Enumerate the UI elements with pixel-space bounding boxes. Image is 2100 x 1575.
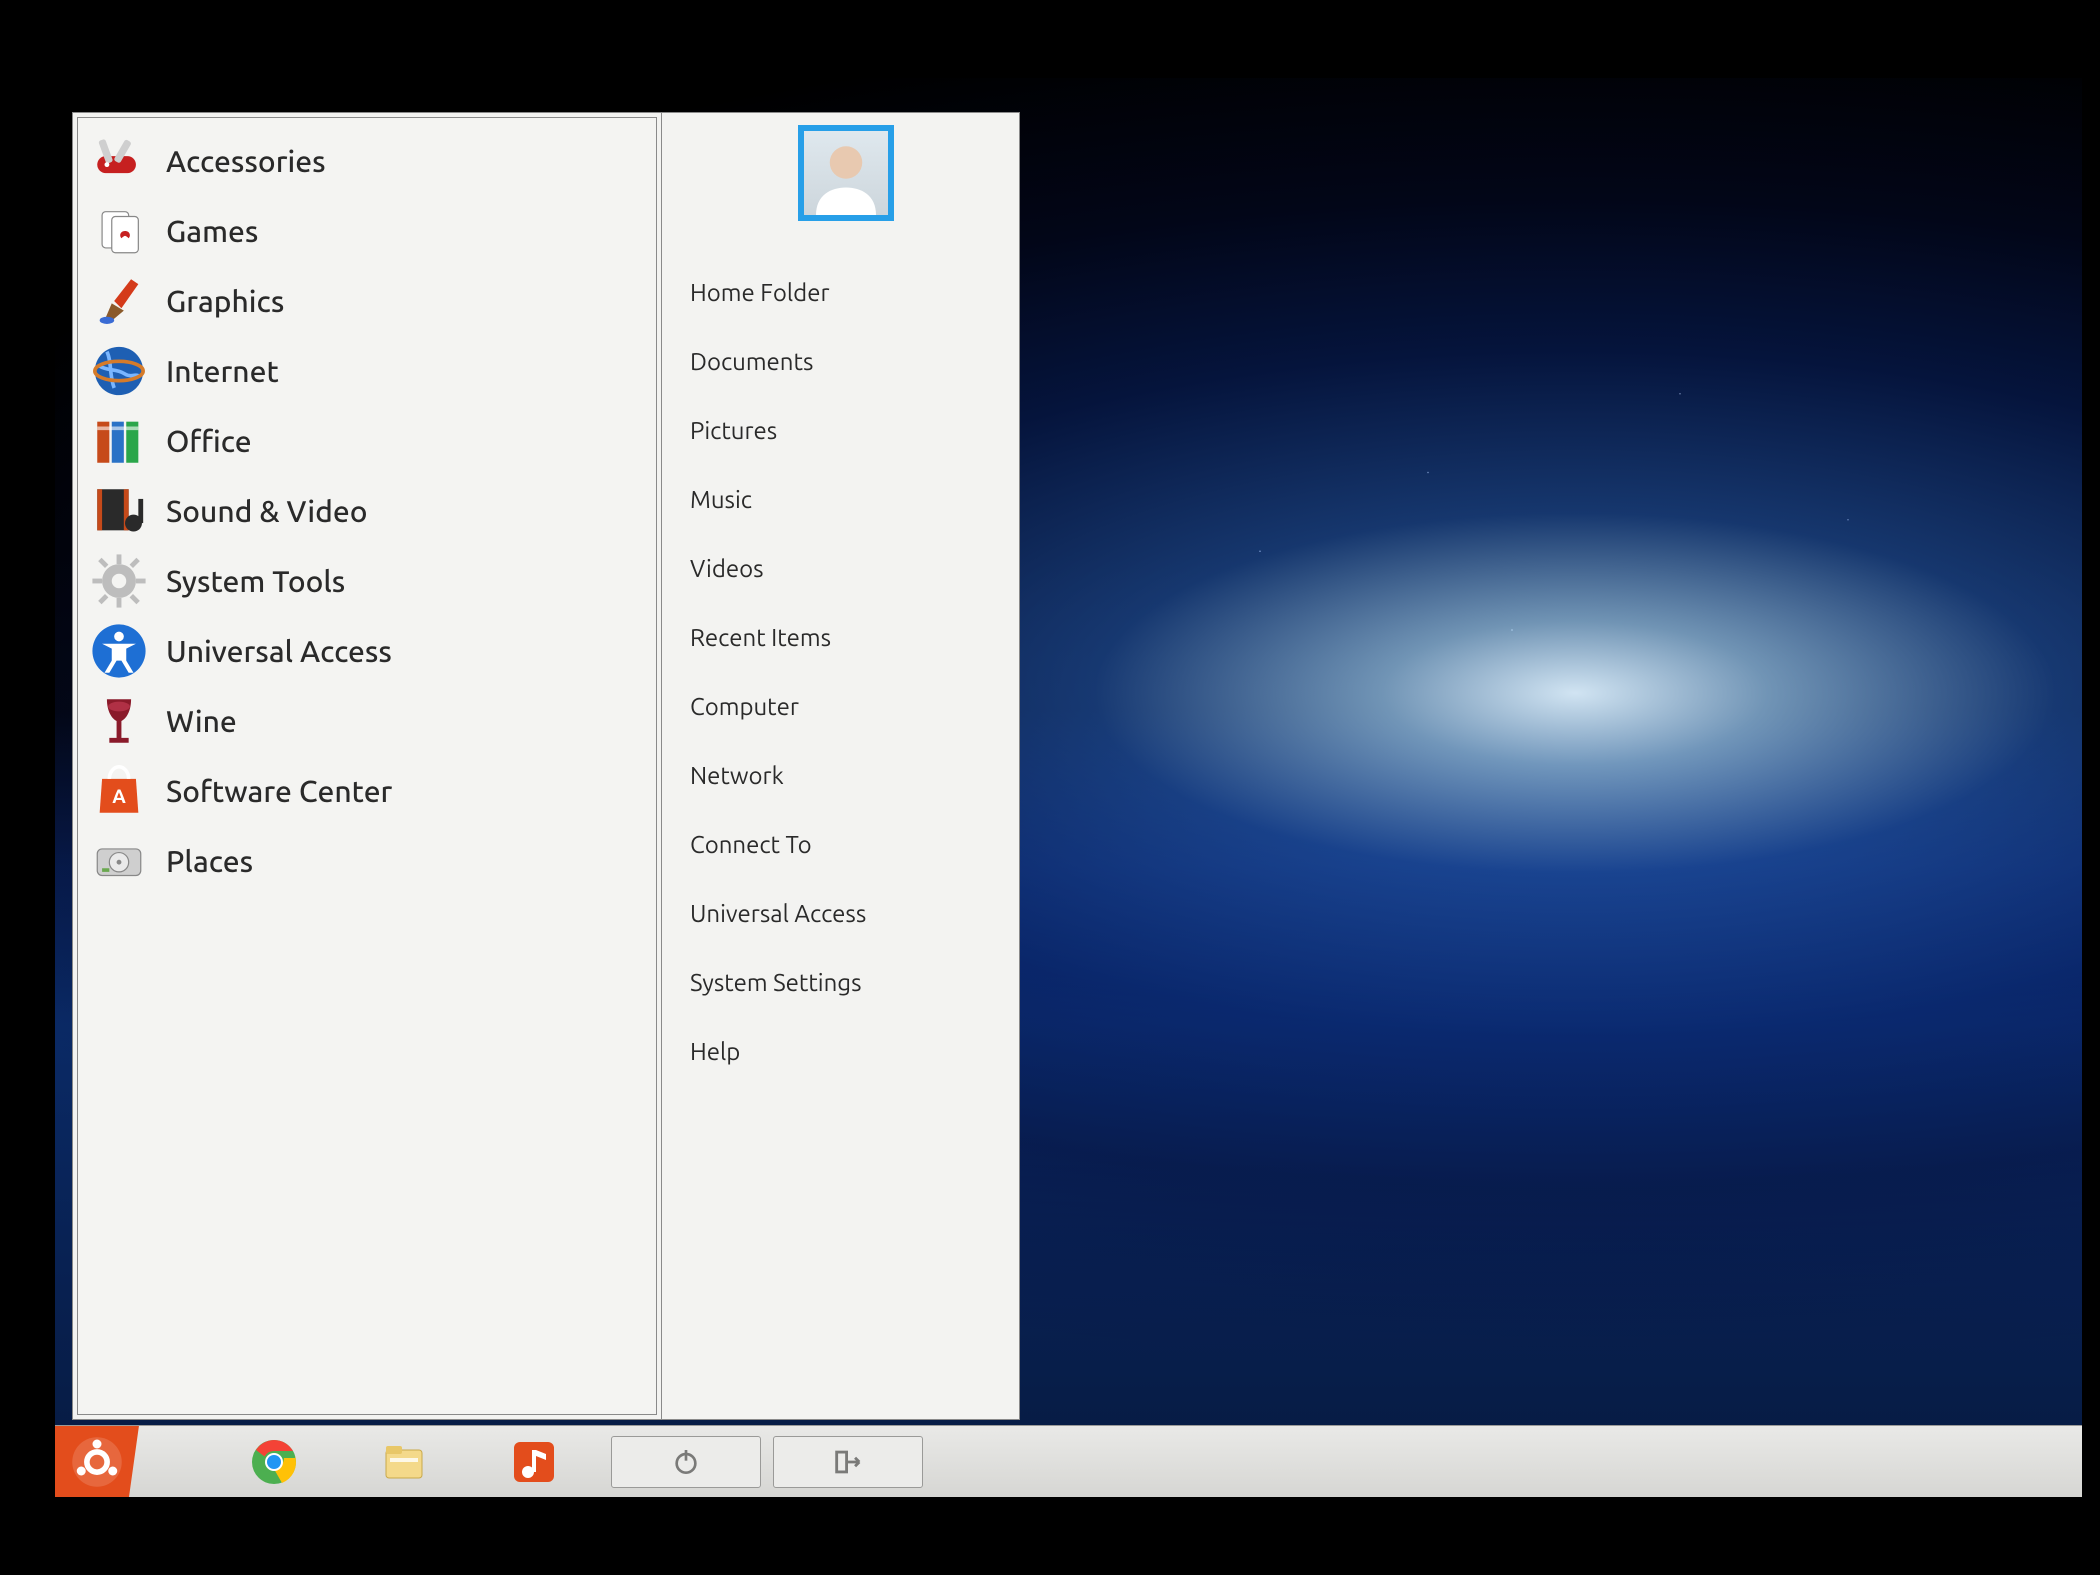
category-label: Sound & Video xyxy=(166,494,367,528)
place-connect-to[interactable]: Connect To xyxy=(690,831,1001,858)
file-manager-icon xyxy=(380,1438,428,1486)
category-sound-video[interactable]: Sound & Video xyxy=(84,476,650,546)
film-music-icon xyxy=(90,482,148,540)
category-label: Internet xyxy=(166,354,279,388)
taskbar-app-music[interactable] xyxy=(469,1426,599,1498)
taskbar xyxy=(55,1425,2082,1497)
svg-text:A: A xyxy=(112,785,126,807)
place-home[interactable]: Home Folder xyxy=(690,279,1001,306)
category-software-center[interactable]: A Software Center xyxy=(84,756,650,826)
category-label: Software Center xyxy=(166,774,392,808)
power-icon xyxy=(670,1446,702,1478)
category-label: Places xyxy=(166,844,253,878)
category-label: Universal Access xyxy=(166,634,392,668)
cards-icon xyxy=(90,202,148,260)
category-system-tools[interactable]: System Tools xyxy=(84,546,650,616)
wine-glass-icon xyxy=(90,692,148,750)
category-label: Wine xyxy=(166,704,237,738)
swiss-knife-icon xyxy=(90,132,148,190)
place-music[interactable]: Music xyxy=(690,486,1001,513)
start-menu: Accessories Games Graphics Internet Offi xyxy=(72,112,1020,1420)
category-label: Office xyxy=(166,424,252,458)
category-label: Accessories xyxy=(166,144,326,178)
category-universal-access[interactable]: Universal Access xyxy=(84,616,650,686)
accessibility-icon xyxy=(90,622,148,680)
books-icon xyxy=(90,412,148,470)
gear-icon xyxy=(90,552,148,610)
place-documents[interactable]: Documents xyxy=(690,348,1001,375)
place-computer[interactable]: Computer xyxy=(690,693,1001,720)
category-label: Games xyxy=(166,214,258,248)
place-recent[interactable]: Recent Items xyxy=(690,624,1001,651)
category-label: System Tools xyxy=(166,564,345,598)
category-games[interactable]: Games xyxy=(84,196,650,266)
music-player-icon xyxy=(510,1438,558,1486)
place-help[interactable]: Help xyxy=(690,1038,1001,1065)
shopping-bag-icon: A xyxy=(90,762,148,820)
start-button[interactable] xyxy=(55,1426,139,1498)
place-system-settings[interactable]: System Settings xyxy=(690,969,1001,996)
globe-icon xyxy=(90,342,148,400)
taskbar-power-button[interactable] xyxy=(611,1436,761,1488)
place-universal-access[interactable]: Universal Access xyxy=(690,900,1001,927)
taskbar-app-files[interactable] xyxy=(339,1426,469,1498)
category-office[interactable]: Office xyxy=(84,406,650,476)
place-videos[interactable]: Videos xyxy=(690,555,1001,582)
category-accessories[interactable]: Accessories xyxy=(84,126,650,196)
taskbar-app-chrome[interactable] xyxy=(209,1426,339,1498)
category-graphics[interactable]: Graphics xyxy=(84,266,650,336)
paintbrush-icon xyxy=(90,272,148,330)
start-menu-places: Home Folder Documents Pictures Music Vid… xyxy=(661,113,1019,1419)
disk-drive-icon xyxy=(90,832,148,890)
place-network[interactable]: Network xyxy=(690,762,1001,789)
category-wine[interactable]: Wine xyxy=(84,686,650,756)
user-avatar[interactable] xyxy=(798,125,894,221)
place-pictures[interactable]: Pictures xyxy=(690,417,1001,444)
taskbar-logout-button[interactable] xyxy=(773,1436,923,1488)
start-menu-categories: Accessories Games Graphics Internet Offi xyxy=(77,117,657,1415)
chrome-icon xyxy=(250,1438,298,1486)
category-label: Graphics xyxy=(166,284,284,318)
category-places[interactable]: Places xyxy=(84,826,650,896)
ubuntu-logo-icon xyxy=(70,1435,124,1489)
category-internet[interactable]: Internet xyxy=(84,336,650,406)
logout-icon xyxy=(831,1445,865,1479)
